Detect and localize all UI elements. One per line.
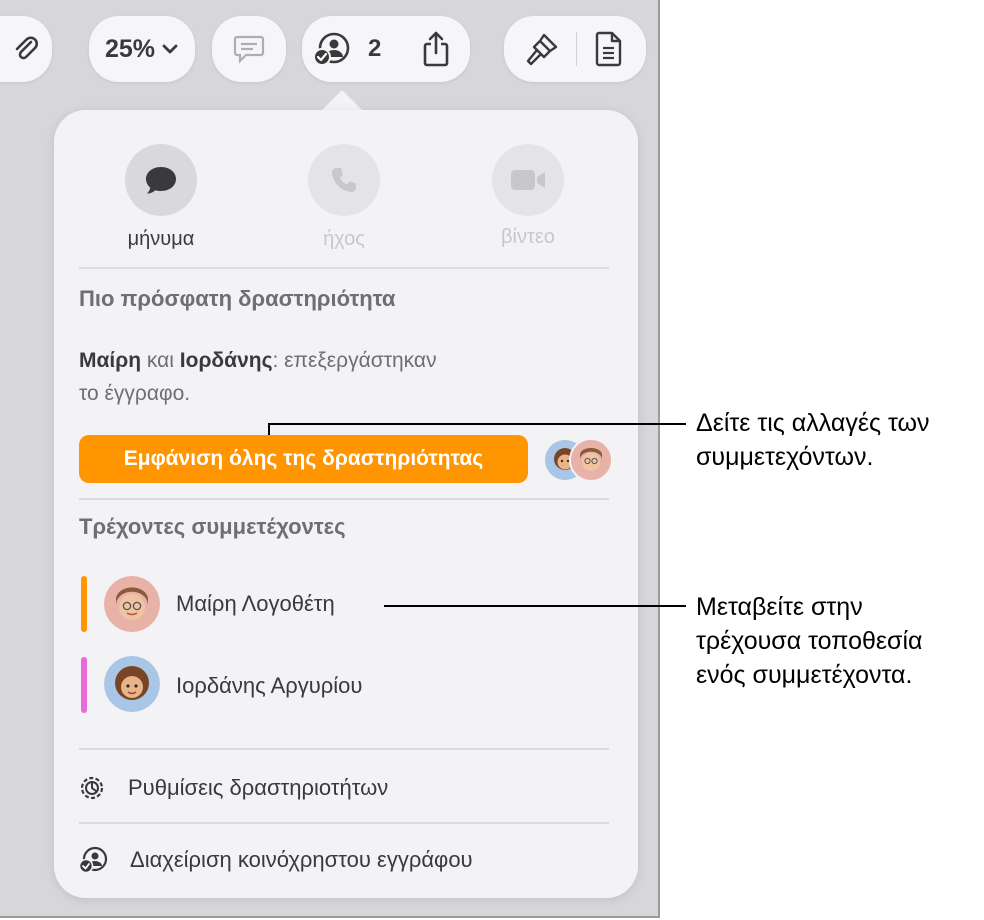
recent-name-2: Ιορδάνης bbox=[179, 349, 273, 372]
share-icon bbox=[423, 31, 449, 67]
zoom-button[interactable]: 25% bbox=[89, 16, 195, 82]
comment-button[interactable] bbox=[212, 16, 286, 82]
collaborator-count: 2 bbox=[368, 35, 382, 62]
callout-leader-location bbox=[384, 605, 686, 607]
manage-shared-document-label: Διαχείριση κοινόχρηστου εγγράφου bbox=[130, 847, 473, 872]
audio-button[interactable] bbox=[308, 144, 380, 216]
format-toolbar bbox=[504, 16, 646, 82]
divider bbox=[79, 748, 609, 750]
toolbar-divider bbox=[576, 32, 577, 66]
memoji-avatar-icon bbox=[104, 576, 160, 632]
collaboration-toolbar: 2 bbox=[302, 16, 470, 82]
recent-activity-heading: Πιο πρόσφατη δραστηριότητα bbox=[79, 286, 396, 311]
recent-activity-text: Μαίρη και Ιορδάνης: επεξεργάστηκαν το έγ… bbox=[79, 344, 559, 410]
show-all-activity-button[interactable]: Εμφάνιση όλης της δραστηριότητας bbox=[79, 435, 528, 483]
document-icon bbox=[595, 31, 622, 67]
video-button[interactable] bbox=[492, 144, 564, 216]
message-label: μήνυμα bbox=[127, 228, 195, 250]
document-button[interactable] bbox=[594, 30, 624, 68]
divider bbox=[79, 498, 609, 500]
message-button[interactable] bbox=[125, 144, 197, 216]
participant-color-indicator bbox=[81, 576, 87, 632]
activity-settings-icon bbox=[80, 776, 104, 800]
participant-name: Ιορδάνης Αργυρίου bbox=[176, 673, 363, 698]
callout-location: Μεταβείτε στην τρέχουσα τοποθεσία ενός σ… bbox=[696, 593, 923, 689]
video-camera-icon bbox=[511, 170, 545, 190]
manage-collaboration-icon bbox=[78, 846, 108, 874]
chevron-down-icon bbox=[162, 44, 178, 54]
popover-arrow bbox=[320, 90, 364, 112]
attachment-button[interactable] bbox=[0, 16, 52, 82]
current-participants-heading: Τρέχοντες συμμετέχοντες bbox=[79, 514, 346, 539]
share-button[interactable] bbox=[420, 30, 452, 68]
divider bbox=[79, 822, 609, 824]
participant-color-indicator bbox=[81, 657, 87, 713]
audio-label: ήχος bbox=[323, 228, 365, 250]
avatar-mairi bbox=[104, 576, 160, 632]
zoom-label: 25% bbox=[104, 34, 156, 63]
activity-settings-label: Ρυθμίσεις δραστηριοτήτων bbox=[128, 775, 389, 800]
recent-and: και bbox=[141, 349, 180, 372]
activity-settings-row[interactable]: Ρυθμίσεις δραστηριοτήτων bbox=[78, 774, 388, 802]
phone-icon bbox=[332, 168, 356, 192]
manage-shared-document-row[interactable]: Διαχείριση κοινόχρηστου εγγράφου bbox=[78, 846, 473, 874]
paperclip-icon bbox=[15, 36, 38, 60]
participant-name: Μαίρη Λογοθέτη bbox=[176, 591, 335, 616]
collaboration-button[interactable]: 2 bbox=[312, 31, 381, 67]
format-button[interactable] bbox=[524, 31, 560, 67]
app-screen: 25% 2 μήνυμα ήχος βίντεο Πιο πρόσφατη δρ… bbox=[0, 0, 660, 918]
message-bubble-icon bbox=[146, 167, 176, 194]
comment-icon bbox=[233, 35, 265, 64]
recent-name-1: Μαίρη bbox=[79, 349, 142, 372]
avatar-iordanis bbox=[104, 656, 160, 712]
memoji-avatar-icon bbox=[571, 440, 611, 480]
callout-leader-changes bbox=[268, 423, 686, 425]
recent-line2: το έγγραφο. bbox=[79, 382, 191, 405]
avatar-mairi-small bbox=[569, 438, 613, 482]
recent-rest-line1: : επεξεργάστηκαν bbox=[272, 349, 437, 372]
memoji-avatar-icon bbox=[104, 656, 160, 712]
divider bbox=[79, 267, 609, 269]
paintbrush-icon bbox=[526, 33, 558, 66]
collaboration-icon bbox=[313, 32, 350, 66]
video-label: βίντεο bbox=[501, 226, 555, 248]
callout-changes: Δείτε τις αλλαγές των συμμετεχόντων. bbox=[696, 409, 930, 471]
